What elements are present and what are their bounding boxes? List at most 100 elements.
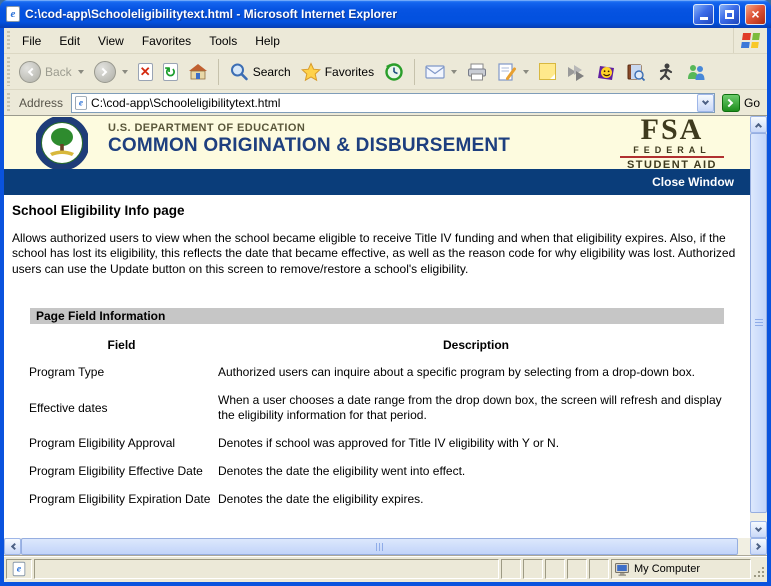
- horizontal-scroll-thumb[interactable]: [21, 538, 738, 555]
- notes-button[interactable]: [535, 61, 560, 82]
- table-row-description: When a user chooses a date range from th…: [218, 393, 734, 423]
- my-computer-icon: [615, 563, 630, 576]
- field-info-table: Field Description Program Type Authorize…: [12, 338, 742, 507]
- app-title: COMMON ORIGINATION & DISBURSEMENT: [108, 135, 510, 157]
- browser-window: e C:\cod-app\Schooleligibilitytext.html …: [0, 0, 771, 586]
- section-header: Page Field Information: [30, 308, 724, 324]
- agency-name: U.S. DEPARTMENT OF EDUCATION: [108, 122, 510, 134]
- windows-flag-icon: [741, 33, 760, 48]
- scroll-thumb-grip: [755, 319, 763, 327]
- cod-page-header: U.S. DEPARTMENT OF EDUCATION COMMON ORIG…: [4, 116, 750, 169]
- table-row-description: Denotes the date the eligibility expires…: [218, 492, 734, 507]
- table-row-description: Denotes the date the eligibility went in…: [218, 464, 734, 479]
- menu-view[interactable]: View: [89, 30, 133, 52]
- edit-button[interactable]: [493, 60, 533, 84]
- back-button[interactable]: Back: [15, 59, 88, 85]
- close-button[interactable]: ×: [745, 4, 766, 25]
- status-pane: [501, 559, 521, 579]
- history-clock-icon: [384, 62, 404, 82]
- search-button[interactable]: Search: [225, 60, 295, 84]
- menu-tools[interactable]: Tools: [200, 30, 246, 52]
- fsa-logo: FSA FEDERAL STUDENT AID: [620, 116, 724, 171]
- table-row-field: Program Eligibility Effective Date: [29, 464, 214, 479]
- aim-button[interactable]: [652, 60, 680, 84]
- column-header-description: Description: [218, 338, 734, 352]
- go-button[interactable]: Go: [719, 94, 763, 112]
- scroll-right-button[interactable]: [750, 538, 767, 555]
- window-resize-grip[interactable]: [752, 558, 766, 580]
- status-page-icon: e: [13, 562, 26, 576]
- window-title: C:\cod-app\Schooleligibilitytext.html - …: [25, 7, 688, 21]
- page-body: School Eligibility Info page Allows auth…: [4, 203, 750, 507]
- aim-running-man-icon: [656, 62, 676, 82]
- close-window-link[interactable]: Close Window: [652, 175, 734, 189]
- close-icon: ×: [751, 7, 759, 21]
- forward-button[interactable]: [90, 59, 132, 85]
- menu-edit[interactable]: Edit: [50, 30, 89, 52]
- navy-action-bar: Close Window: [4, 169, 750, 195]
- status-zone-pane: My Computer: [611, 559, 751, 579]
- search-icon: [229, 62, 249, 82]
- status-document-pane: e: [6, 559, 32, 579]
- favorites-label: Favorites: [325, 65, 374, 79]
- toolbar-grip-handle[interactable]: [5, 57, 12, 86]
- status-pane: [523, 559, 543, 579]
- history-button[interactable]: [380, 60, 408, 84]
- favorites-button[interactable]: Favorites: [297, 60, 378, 84]
- page-intro-text: Allows authorized users to view when the…: [12, 231, 742, 277]
- sticky-note-icon: [539, 63, 556, 80]
- menu-bar: File Edit View Favorites Tools Help: [4, 28, 767, 54]
- menu-favorites[interactable]: Favorites: [133, 30, 200, 52]
- minimize-button[interactable]: [693, 4, 714, 25]
- home-button[interactable]: [184, 60, 212, 84]
- print-button[interactable]: [463, 60, 491, 84]
- research-book-icon: [626, 62, 646, 82]
- printer-icon: [467, 62, 487, 82]
- menubar-grip-handle[interactable]: [5, 31, 12, 50]
- vertical-scrollbar[interactable]: [750, 116, 767, 538]
- menu-file[interactable]: File: [13, 30, 50, 52]
- status-pane: [567, 559, 587, 579]
- table-row-description: Denotes if school was approved for Title…: [218, 436, 734, 451]
- msn-messenger-button[interactable]: [682, 60, 710, 84]
- menu-help[interactable]: Help: [246, 30, 289, 52]
- back-label: Back: [45, 65, 72, 79]
- favorites-star-icon: [301, 62, 321, 82]
- address-input[interactable]: [91, 95, 694, 111]
- scroll-thumb-grip: [376, 543, 384, 551]
- scroll-down-button[interactable]: [750, 521, 767, 538]
- maximize-button[interactable]: [719, 4, 740, 25]
- yahoo-messenger-button[interactable]: [592, 60, 620, 84]
- minimize-icon: [700, 17, 708, 20]
- status-pane: [545, 559, 565, 579]
- standard-toolbar: Back ✕ ↻ Searc: [4, 54, 767, 90]
- scroll-left-button[interactable]: [4, 538, 21, 555]
- title-bar[interactable]: e C:\cod-app\Schooleligibilitytext.html …: [0, 0, 771, 28]
- windows-flag-box: [733, 28, 767, 53]
- horizontal-scrollbar[interactable]: [4, 538, 767, 555]
- scroll-up-button[interactable]: [750, 116, 767, 133]
- go-label: Go: [744, 96, 760, 110]
- mail-envelope-icon: [425, 62, 445, 82]
- mail-button[interactable]: [421, 60, 461, 84]
- addressbar-grip-handle[interactable]: [5, 93, 12, 112]
- back-icon: [19, 61, 41, 83]
- stop-icon: ✕: [138, 63, 153, 81]
- stop-button[interactable]: ✕: [134, 61, 157, 83]
- msn-messenger-people-icon: [686, 62, 706, 82]
- forward-icon: [94, 61, 116, 83]
- ie-logo-icon: e: [6, 6, 20, 22]
- messenger-button[interactable]: [562, 60, 590, 84]
- go-arrow-icon: [722, 94, 740, 112]
- refresh-button[interactable]: ↻: [159, 61, 182, 83]
- research-button[interactable]: [622, 60, 650, 84]
- forward-dropdown-icon[interactable]: [122, 70, 128, 74]
- mail-dropdown-icon[interactable]: [451, 70, 457, 74]
- table-row-field: Program Type: [29, 365, 214, 380]
- back-dropdown-icon[interactable]: [78, 70, 84, 74]
- vertical-scroll-thumb[interactable]: [750, 133, 767, 513]
- yahoo-messenger-icon: [596, 62, 616, 82]
- edit-dropdown-icon[interactable]: [523, 70, 529, 74]
- address-dropdown-button[interactable]: [697, 94, 714, 112]
- address-page-icon: e: [75, 96, 87, 110]
